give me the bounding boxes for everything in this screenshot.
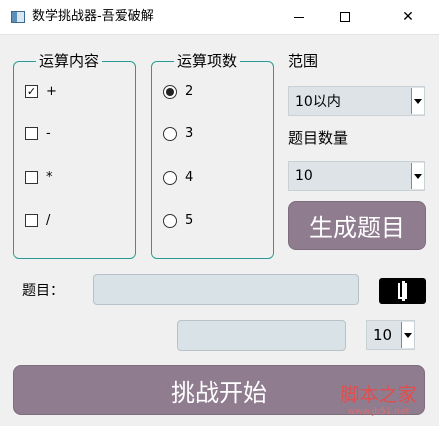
question-count-label: 题目数量 bbox=[288, 129, 349, 147]
radio-button[interactable] bbox=[163, 84, 177, 99]
watermark-main: 脚本之家 bbox=[340, 384, 417, 406]
checkbox-label: + bbox=[46, 84, 57, 99]
checkbox-label: - bbox=[46, 126, 51, 141]
question-count-value: 10 bbox=[295, 168, 313, 184]
checkbox-plus[interactable]: ✓ + bbox=[25, 84, 57, 99]
checkbox-label: / bbox=[46, 213, 51, 228]
close-icon: ✕ bbox=[402, 9, 414, 25]
radio-button[interactable] bbox=[163, 170, 177, 185]
question-count-select[interactable]: 10 bbox=[288, 161, 425, 191]
close-button[interactable]: ✕ bbox=[385, 0, 431, 34]
range-select[interactable]: 10以内 bbox=[288, 86, 425, 116]
chevron-down-icon[interactable] bbox=[411, 163, 424, 189]
site-watermark: 脚本之家 www.jb51.net bbox=[318, 384, 439, 426]
app-icon bbox=[11, 11, 25, 23]
radio-label: 2 bbox=[185, 84, 194, 99]
lcd-display bbox=[379, 278, 426, 304]
maximize-icon bbox=[340, 12, 350, 22]
answer-input[interactable] bbox=[177, 320, 346, 351]
question-label: 题目： bbox=[22, 283, 64, 299]
start-challenge-label: 挑战开始 bbox=[171, 378, 267, 407]
chevron-down-icon[interactable] bbox=[411, 88, 424, 114]
generate-questions-label: 生成题目 bbox=[309, 214, 405, 242]
radio-2[interactable]: 2 bbox=[163, 84, 193, 99]
range-select-value: 10以内 bbox=[295, 94, 341, 110]
radio-4[interactable]: 4 bbox=[163, 170, 193, 185]
checkbox-label: * bbox=[46, 170, 53, 185]
radio-button[interactable] bbox=[163, 126, 177, 141]
minimize-button[interactable] bbox=[276, 0, 322, 34]
radio-selected-dot bbox=[166, 87, 174, 96]
checkbox-box[interactable] bbox=[25, 171, 38, 184]
checkbox-divide[interactable]: / bbox=[25, 213, 50, 228]
check-icon: ✓ bbox=[26, 85, 37, 98]
operands-group-title: 运算项数 bbox=[174, 51, 241, 71]
question-display bbox=[93, 274, 359, 305]
checkbox-multiply[interactable]: * bbox=[25, 170, 53, 185]
watermark-url: www.jb51.net bbox=[347, 407, 410, 417]
small-select-value: 10 bbox=[373, 326, 393, 344]
window-title: 数学挑战器-吾爱破解 bbox=[32, 9, 154, 24]
checkbox-box[interactable] bbox=[25, 214, 38, 227]
radio-3[interactable]: 3 bbox=[163, 126, 193, 141]
maximize-button[interactable] bbox=[322, 0, 368, 34]
radio-5[interactable]: 5 bbox=[163, 213, 193, 228]
radio-button[interactable] bbox=[163, 213, 177, 228]
operations-group-title: 运算内容 bbox=[36, 51, 103, 71]
minimize-icon bbox=[294, 16, 304, 18]
checkbox-box[interactable] bbox=[25, 127, 38, 140]
radio-label: 4 bbox=[185, 170, 194, 185]
generate-questions-button[interactable]: 生成题目 bbox=[288, 201, 426, 250]
radio-label: 3 bbox=[185, 126, 194, 141]
checkbox-box[interactable]: ✓ bbox=[25, 85, 38, 98]
small-select[interactable]: 10 bbox=[366, 320, 415, 350]
title-bar: 数学挑战器-吾爱破解 ✕ bbox=[0, 0, 439, 35]
checkbox-minus[interactable]: - bbox=[25, 126, 51, 141]
lcd-digit bbox=[398, 281, 407, 301]
radio-label: 5 bbox=[185, 213, 194, 228]
chevron-down-icon[interactable] bbox=[401, 322, 414, 348]
range-label: 范围 bbox=[288, 52, 319, 70]
